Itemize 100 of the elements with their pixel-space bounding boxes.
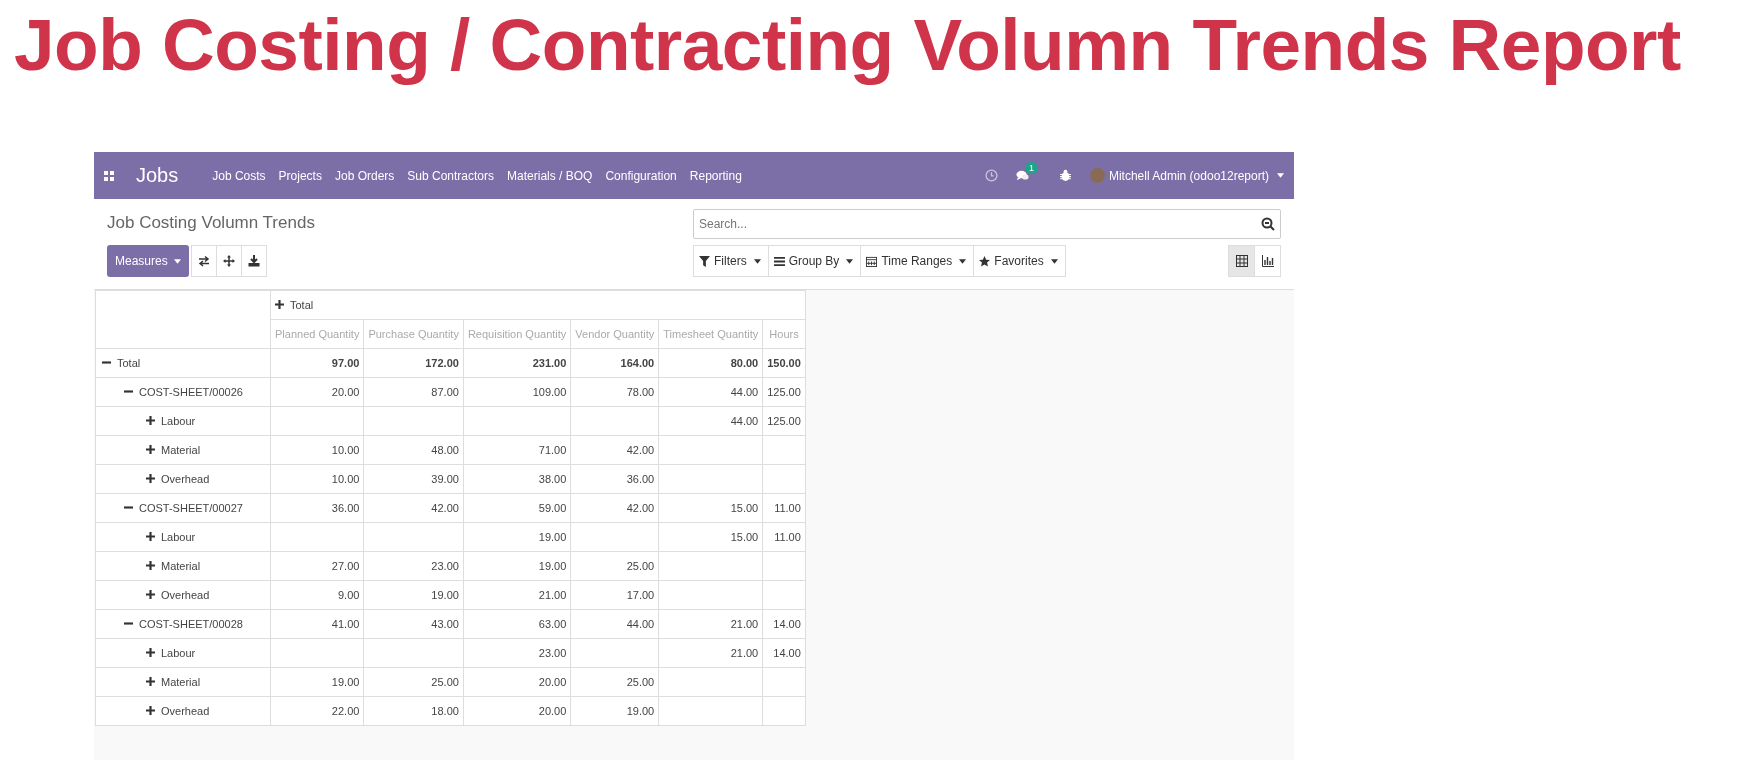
minus-icon <box>124 503 133 512</box>
table-cell: 20.00 <box>463 696 571 726</box>
menu-item[interactable]: Sub Contractors <box>407 168 495 183</box>
minus-icon <box>102 358 111 367</box>
page-title: Job Costing / Contracting Volumn Trends Report <box>13 3 1682 87</box>
table-cell: 14.00 <box>762 638 806 668</box>
menu-item[interactable]: Projects <box>278 168 322 183</box>
plus-icon <box>146 677 155 686</box>
expand-all-button[interactable] <box>215 245 242 277</box>
caret-icon[interactable] <box>1277 173 1284 178</box>
table-cell: 164.00 <box>570 348 659 378</box>
menu-item[interactable]: Job Orders <box>334 168 395 183</box>
table-cell: 10.00 <box>270 435 364 465</box>
row-header[interactable]: COST-SHEET/00027 <box>95 493 271 523</box>
move-arrows-icon <box>222 255 235 267</box>
table-cell: 11.00 <box>762 493 806 523</box>
user-menu[interactable]: Mitchell Admin (odoo12report) <box>1108 168 1269 183</box>
filter-icon <box>699 255 710 267</box>
table-cell: 19.00 <box>463 551 571 581</box>
table-cell: 44.00 <box>658 406 763 436</box>
row-header[interactable]: Material <box>95 551 271 581</box>
table-cell: 125.00 <box>762 406 806 436</box>
row-header[interactable]: COST-SHEET/00026 <box>95 377 271 407</box>
apps-grid-icon[interactable] <box>104 170 114 181</box>
menu-item[interactable]: Reporting <box>689 168 742 183</box>
measures-button[interactable]: Measures <box>107 245 189 277</box>
pivot-view-button[interactable] <box>1228 245 1255 277</box>
table-cell: 11.00 <box>762 522 806 552</box>
caret-icon <box>959 258 967 264</box>
table-cell: 17.00 <box>570 580 659 610</box>
row-header[interactable]: Overhead <box>95 580 271 610</box>
table-cell: 23.00 <box>463 638 571 668</box>
column-group-header[interactable]: Total <box>270 290 806 320</box>
plus-icon <box>146 648 155 657</box>
table-cell: 172.00 <box>363 348 464 378</box>
table-cell: 20.00 <box>270 377 364 407</box>
table-cell: 19.00 <box>463 522 571 552</box>
plus-icon <box>146 561 155 570</box>
row-header[interactable]: Overhead <box>95 464 271 494</box>
table-cell: 78.00 <box>570 377 659 407</box>
menu-item[interactable]: Job Costs <box>212 168 266 183</box>
row-header[interactable]: Labour <box>95 406 271 436</box>
search-field[interactable]: Search... <box>693 209 1281 239</box>
search-icon[interactable] <box>1261 217 1275 231</box>
menu-item[interactable]: Materials / BOQ <box>507 168 593 183</box>
app-name[interactable]: Jobs <box>136 164 179 187</box>
table-cell: 71.00 <box>463 435 571 465</box>
list-icon <box>773 255 785 267</box>
calendar-icon <box>866 255 878 267</box>
search-option-button[interactable]: Group By <box>767 245 862 277</box>
row-header[interactable]: Overhead <box>95 696 271 726</box>
table-cell: 87.00 <box>363 377 464 407</box>
table-cell: 44.00 <box>570 609 659 639</box>
table-cell: 48.00 <box>363 435 464 465</box>
bug-icon[interactable] <box>1058 169 1072 182</box>
table-cell: 19.00 <box>363 580 464 610</box>
table-cell: 39.00 <box>363 464 464 494</box>
graph-view-button[interactable] <box>1254 245 1281 277</box>
row-header[interactable]: COST-SHEET/00028 <box>95 609 271 639</box>
download-button[interactable] <box>240 245 267 277</box>
bar-chart-icon <box>1261 255 1274 267</box>
plus-icon <box>146 416 155 425</box>
search-option-button[interactable]: Favorites <box>973 245 1066 277</box>
search-option-button[interactable]: Filters <box>693 245 769 277</box>
caret-icon <box>846 258 854 264</box>
swap-axes-button[interactable] <box>190 245 217 277</box>
plus-icon <box>146 445 155 454</box>
row-header[interactable]: Labour <box>95 522 271 552</box>
table-cell: 18.00 <box>363 696 464 726</box>
chat-icon[interactable] <box>1015 169 1029 182</box>
swap-arrows-icon <box>197 255 210 267</box>
notification-badge: 1 <box>1024 162 1038 174</box>
caret-icon <box>1050 258 1058 264</box>
table-cell: 25.00 <box>570 667 659 697</box>
row-header[interactable]: Material <box>95 667 271 697</box>
menu-item[interactable]: Configuration <box>605 168 677 183</box>
row-header[interactable]: Total <box>95 348 271 378</box>
search-option-button[interactable]: Time Ranges <box>860 245 975 277</box>
table-cell: 63.00 <box>463 609 571 639</box>
table-cell: 125.00 <box>762 377 806 407</box>
table-cell: 25.00 <box>570 551 659 581</box>
table-cell: 21.00 <box>658 609 763 639</box>
row-header[interactable]: Material <box>95 435 271 465</box>
table-cell: 14.00 <box>762 609 806 639</box>
table-cell: 80.00 <box>658 348 763 378</box>
table-cell: 42.00 <box>570 493 659 523</box>
clock-icon[interactable] <box>984 169 998 182</box>
table-cell: 43.00 <box>363 609 464 639</box>
table-cell: 44.00 <box>658 377 763 407</box>
table-cell: 15.00 <box>658 522 763 552</box>
plus-icon <box>275 300 284 309</box>
table-cell: 27.00 <box>270 551 364 581</box>
table-cell: 10.00 <box>270 464 364 494</box>
table-cell: 97.00 <box>270 348 364 378</box>
table-icon <box>1235 255 1248 267</box>
table-cell: 25.00 <box>363 667 464 697</box>
row-header[interactable]: Labour <box>95 638 271 668</box>
plus-icon <box>146 532 155 541</box>
table-cell: 231.00 <box>463 348 571 378</box>
table-cell: 23.00 <box>363 551 464 581</box>
